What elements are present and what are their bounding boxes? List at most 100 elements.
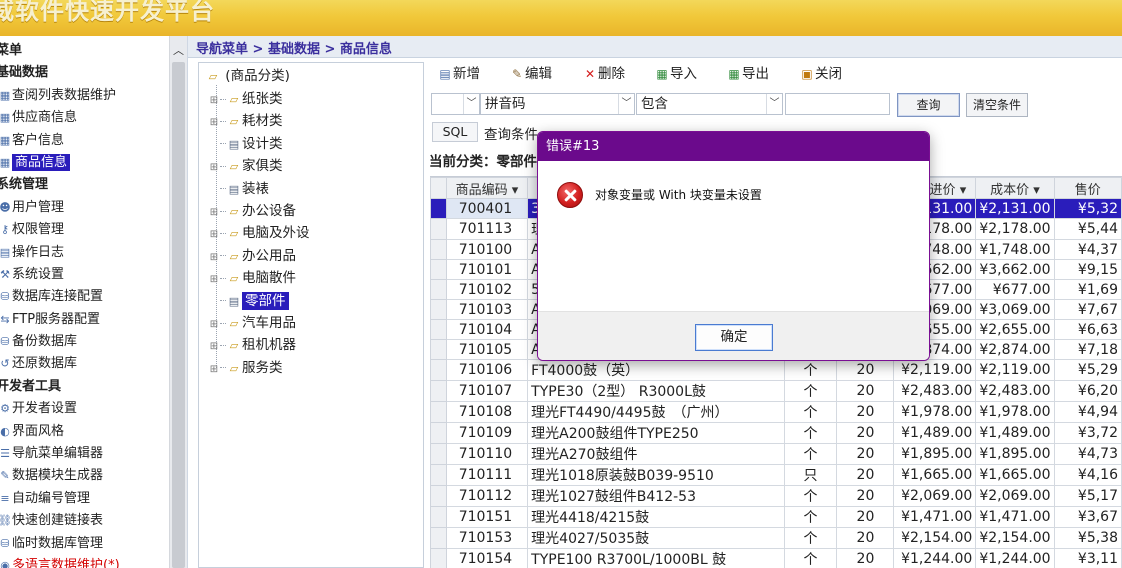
cell-unit[interactable]: 个: [783, 359, 838, 381]
cell-cost[interactable]: ¥1,665.00: [975, 464, 1055, 486]
row-header-cell[interactable]: [430, 359, 447, 381]
row-header-cell[interactable]: [430, 401, 447, 423]
expand-icon[interactable]: ⊞: [208, 314, 220, 336]
cell-cost[interactable]: ¥1,489.00: [975, 422, 1055, 444]
nav-item[interactable]: ↺ 还原数据库: [0, 353, 170, 375]
cell-code[interactable]: 710103: [445, 299, 529, 320]
expand-icon[interactable]: ⊞: [208, 336, 220, 358]
nav-item[interactable]: ▦ 查阅列表数据维护: [0, 85, 170, 107]
scrollbar-thumb[interactable]: [172, 62, 185, 568]
cell-code[interactable]: 710109: [445, 422, 529, 444]
table-row[interactable]: 710111 理光1018原装鼓B039-9510 只 20 ¥1,665.00 ¥1,6…: [430, 464, 1122, 486]
cell-code[interactable]: 710106: [445, 359, 529, 381]
table-row[interactable]: 710109 理光A200鼓组件TYPE250 个 20 ¥1,489.00 ¥1,489…: [430, 422, 1122, 444]
expand-icon[interactable]: ⊞: [208, 157, 220, 179]
cell-unit[interactable]: 个: [783, 422, 838, 444]
chevron-down-icon[interactable]: ﹀: [618, 94, 634, 114]
cell-name[interactable]: 理光FT4490/4495鼓 （广州）: [527, 401, 785, 423]
row-header-cell[interactable]: [430, 319, 447, 340]
keyword-input[interactable]: [785, 93, 890, 115]
cell-latest-price[interactable]: ¥2,154.00: [893, 527, 977, 549]
column-header-code[interactable]: 商品编码 ▾: [445, 177, 529, 199]
cell-latest-price[interactable]: ¥1,244.00: [893, 548, 977, 568]
cell-sale[interactable]: ¥5,38: [1053, 527, 1122, 549]
cell-unit[interactable]: 个: [783, 527, 838, 549]
cell-qty[interactable]: 20: [836, 506, 895, 528]
cell-sale[interactable]: ¥6,63: [1053, 319, 1122, 340]
table-row[interactable]: 710151 理光4418/4215鼓个 20 ¥1,471.00 ¥1,471.00 ¥…: [430, 506, 1122, 528]
nav-section-header[interactable]: 菜单: [0, 40, 166, 62]
cell-cost[interactable]: ¥2,483.00: [975, 380, 1055, 402]
cell-name[interactable]: 理光A200鼓组件TYPE250: [527, 422, 785, 444]
cell-latest-price[interactable]: ¥1,895.00: [893, 443, 977, 465]
operator-select[interactable]: 包含 ﹀: [636, 93, 783, 115]
cell-cost[interactable]: ¥1,978.00: [975, 401, 1055, 423]
cell-code[interactable]: 710111: [445, 464, 529, 486]
ok-button[interactable]: 确定: [695, 324, 773, 351]
expand-icon[interactable]: ⊞: [208, 359, 220, 381]
cell-code[interactable]: 710110: [445, 443, 529, 465]
row-header-cell[interactable]: [430, 279, 447, 300]
tree-node[interactable]: ▤ 零部件: [208, 290, 289, 312]
cell-cost[interactable]: ¥677.00: [975, 279, 1055, 300]
cell-code[interactable]: 710100: [445, 239, 529, 260]
expand-icon[interactable]: ⊞: [208, 224, 220, 246]
nav-scrollbar[interactable]: ︿: [169, 36, 187, 568]
chevron-down-icon[interactable]: ﹀: [463, 94, 479, 114]
cell-qty[interactable]: 20: [836, 359, 895, 381]
row-header-cell[interactable]: [430, 422, 447, 444]
row-header-cell[interactable]: [430, 299, 447, 320]
cell-sale[interactable]: ¥9,15: [1053, 259, 1122, 280]
tree-node[interactable]: ⊞ ▱ 服务类: [208, 357, 283, 379]
delete-button[interactable]: ✕ 删除: [583, 64, 625, 84]
cell-qty[interactable]: 20: [836, 485, 895, 507]
cell-cost[interactable]: ¥2,119.00: [975, 359, 1055, 381]
cell-unit[interactable]: 个: [783, 548, 838, 568]
cell-cost[interactable]: ¥2,131.00: [975, 198, 1055, 219]
close-button[interactable]: ▣ 关闭: [800, 64, 842, 84]
cell-name[interactable]: 理光1027鼓组件B412-53: [527, 485, 785, 507]
nav-item[interactable]: ▦ 客户信息: [0, 130, 170, 152]
row-header-cell[interactable]: [430, 239, 447, 260]
table-row[interactable]: 710153 理光4027/5035鼓个 20 ¥2,154.00 ¥2,154.00 ¥…: [430, 527, 1122, 549]
cell-sale[interactable]: ¥7,18: [1053, 339, 1122, 360]
cell-name[interactable]: TYPE100 R3700L/1000BL 鼓: [527, 548, 785, 568]
table-row[interactable]: 710154 TYPE100 R3700L/1000BL 鼓个 20 ¥1,244.0…: [430, 548, 1122, 568]
cell-qty[interactable]: 20: [836, 527, 895, 549]
table-row[interactable]: 710106 FT4000鼓（英）个 20 ¥2,119.00 ¥2,119.00 ¥5,…: [430, 359, 1122, 381]
cell-qty[interactable]: 20: [836, 380, 895, 402]
nav-item[interactable]: ▦ 商品信息: [0, 152, 170, 174]
cell-code[interactable]: 710101: [445, 259, 529, 280]
cell-unit[interactable]: 个: [783, 485, 838, 507]
row-header-cell[interactable]: [430, 339, 447, 360]
cell-latest-price[interactable]: ¥2,119.00: [893, 359, 977, 381]
cell-cost[interactable]: ¥1,895.00: [975, 443, 1055, 465]
cell-unit[interactable]: 个: [783, 380, 838, 402]
nav-item[interactable]: ⚙ 开发者设置: [0, 398, 170, 420]
cell-sale[interactable]: ¥3,11: [1053, 548, 1122, 568]
table-row[interactable]: 710110 理光A270鼓组件个 20 ¥1,895.00 ¥1,895.00 ¥4,7…: [430, 443, 1122, 465]
table-row[interactable]: 710108 理光FT4490/4495鼓 （广州）个 20 ¥1,978.00 ¥1,…: [430, 401, 1122, 423]
nav-section-header[interactable]: 开发者工具: [0, 376, 166, 398]
chevron-down-icon[interactable]: ﹀: [766, 94, 782, 114]
expand-icon[interactable]: ⊞: [208, 269, 220, 291]
cell-cost[interactable]: ¥3,069.00: [975, 299, 1055, 320]
cell-name[interactable]: 理光4418/4215鼓: [527, 506, 785, 528]
cell-qty[interactable]: 20: [836, 548, 895, 568]
cell-qty[interactable]: 20: [836, 464, 895, 486]
cell-sale[interactable]: ¥5,44: [1053, 218, 1122, 240]
table-row[interactable]: 710112 理光1027鼓组件B412-53 个 20 ¥2,069.00 ¥2,069…: [430, 485, 1122, 507]
nav-item[interactable]: ▤ 操作日志: [0, 242, 170, 264]
expand-icon[interactable]: ⊞: [208, 247, 220, 269]
cell-sale[interactable]: ¥6,20: [1053, 380, 1122, 402]
cell-latest-price[interactable]: ¥1,471.00: [893, 506, 977, 528]
cell-cost[interactable]: ¥3,662.00: [975, 259, 1055, 280]
field-type-select[interactable]: 拼音码 ﹀: [480, 93, 635, 115]
tree-node[interactable]: ⊞ ▱ 办公用品: [208, 245, 296, 267]
tree-node[interactable]: ⊞ ▱ 办公设备: [208, 200, 296, 222]
scroll-up-icon[interactable]: ︿: [173, 42, 184, 58]
column-header-sale[interactable]: 售价: [1053, 177, 1122, 199]
nav-section-header[interactable]: 系统管理: [0, 174, 166, 196]
cell-sale[interactable]: ¥1,69: [1053, 279, 1122, 300]
cell-sale[interactable]: ¥5,17: [1053, 485, 1122, 507]
